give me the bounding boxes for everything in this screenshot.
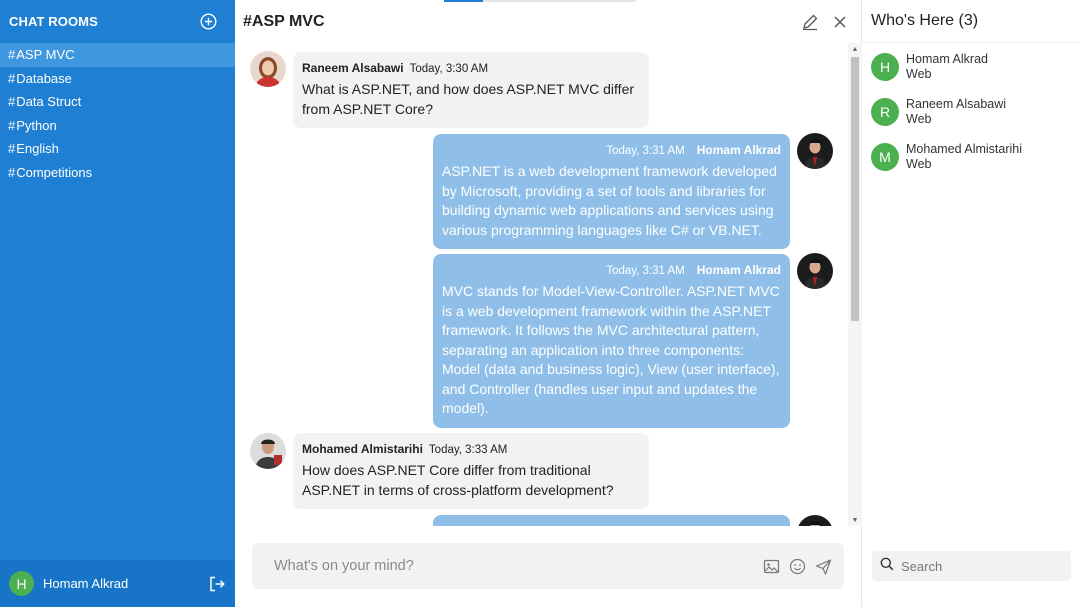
presence-panel: Who's Here (3) H Homam Alkrad Web R Rane…: [862, 0, 1080, 607]
message-time: Today, 3:30 AM: [409, 63, 489, 75]
composer-actions: [763, 558, 832, 575]
message-text: ASP.NET is a web development framework d…: [442, 163, 777, 238]
chat-panel: #ASP MVC Raneem Alsabawi Today, 3:30 AM W…: [235, 0, 862, 607]
add-room-icon[interactable]: [199, 13, 217, 31]
room-label: Database: [16, 70, 72, 86]
sidebar: CHAT ROOMS # ASP MVC # Database # Data Stru…: [0, 0, 235, 607]
room-item-competitions[interactable]: # Competitions: [0, 161, 235, 185]
sidebar-header: CHAT ROOMS: [0, 0, 235, 43]
search-input[interactable]: [901, 558, 1061, 574]
message-bubble-partial: [433, 515, 790, 526]
header-actions: [801, 13, 849, 31]
image-icon[interactable]: [763, 558, 780, 575]
message-text: What is ASP.NET, and how does ASP.NET MV…: [302, 81, 635, 117]
message-time: Today, 3:31 AM: [606, 265, 685, 277]
avatar: [797, 133, 833, 169]
message-list: Raneem Alsabawi Today, 3:30 AM What is AS…: [235, 43, 849, 526]
user-search: [872, 551, 1071, 581]
chat-app: CHAT ROOMS # ASP MVC # Database # Data Stru…: [0, 0, 1080, 607]
scroll-thumb[interactable]: [851, 57, 859, 321]
logout-icon[interactable]: [208, 575, 226, 593]
message-bubble: Today, 3:31 AM Homam Alkrad MVC stands fo…: [433, 254, 790, 428]
room-item-asp-mvc[interactable]: # ASP MVC: [0, 43, 235, 67]
message-time: Today, 3:33 AM: [428, 444, 508, 456]
close-icon[interactable]: [831, 13, 849, 31]
search-icon: [880, 557, 894, 576]
message-bubble: Mohamed Almistarihi Today, 3:33 AM How do…: [293, 433, 649, 509]
presence-title: Who's Here (3): [862, 0, 1080, 43]
room-item-data-struct[interactable]: # Data Struct: [0, 90, 235, 114]
tab-indicator: [444, 0, 636, 2]
avatar: R: [871, 98, 899, 126]
user-name: Homam Alkrad: [906, 52, 988, 66]
message-text: How does ASP.NET Core differ from tradit…: [302, 462, 614, 498]
avatar: [250, 51, 286, 87]
message-time: Today, 3:31 AM: [606, 145, 685, 157]
presence-user-item[interactable]: R Raneem Alsabawi Web: [871, 97, 1006, 127]
avatar: M: [871, 143, 899, 171]
scroll-down-icon[interactable]: ▼: [848, 514, 862, 526]
user-info: Raneem Alsabawi Web: [906, 97, 1006, 127]
avatar: H: [871, 53, 899, 81]
room-item-database[interactable]: # Database: [0, 67, 235, 91]
avatar: [797, 515, 833, 526]
room-item-english[interactable]: # English: [0, 137, 235, 161]
sidebar-title: CHAT ROOMS: [9, 14, 98, 29]
message-author: Mohamed Almistarihi: [302, 442, 423, 456]
room-list: # ASP MVC # Database # Data Struct # Python …: [0, 43, 235, 184]
room-label: ASP MVC: [16, 47, 75, 63]
message-input[interactable]: [252, 543, 752, 589]
user-info: Mohamed Almistarihi Web: [906, 142, 1022, 172]
message-bubble: Raneem Alsabawi Today, 3:30 AM What is AS…: [293, 52, 649, 128]
hash-label: #: [8, 164, 16, 180]
room-label: Competitions: [16, 164, 93, 180]
user-status: Web: [906, 67, 932, 81]
room-label: Python: [16, 117, 57, 133]
hash-label: #: [8, 70, 16, 86]
message-author: Homam Alkrad: [696, 263, 781, 277]
avatar: H: [9, 571, 34, 596]
hash-label: #: [8, 141, 16, 157]
hash-label: #: [8, 47, 16, 63]
message-text: MVC stands for Model-View-Controller. AS…: [442, 283, 780, 416]
message-composer: [252, 543, 844, 589]
scroll-up-icon[interactable]: ▲: [848, 43, 862, 55]
room-item-python[interactable]: # Python: [0, 114, 235, 138]
edit-icon[interactable]: [801, 13, 819, 31]
user-info: Homam Alkrad Web: [906, 52, 988, 82]
user-name: Raneem Alsabawi: [906, 97, 1007, 111]
chat-header: #ASP MVC: [235, 0, 861, 43]
send-icon[interactable]: [815, 558, 832, 575]
avatar: [797, 253, 833, 289]
page-title: #ASP MVC: [243, 12, 325, 30]
current-user-name: Homam Alkrad: [43, 576, 129, 591]
hash-label: #: [8, 117, 16, 133]
user-status: Web: [906, 112, 932, 126]
avatar: [250, 433, 286, 469]
message-scrollbar[interactable]: ▲ ▼: [848, 43, 862, 526]
current-user-bar: H Homam Alkrad: [0, 560, 235, 607]
presence-user-item[interactable]: M Mohamed Almistarihi Web: [871, 142, 1022, 172]
message-author: Raneem Alsabawi: [302, 61, 404, 75]
user-name: Mohamed Almistarihi: [906, 142, 1023, 156]
presence-user-item[interactable]: H Homam Alkrad Web: [871, 52, 988, 82]
emoji-icon[interactable]: [789, 558, 806, 575]
message-bubble: Today, 3:31 AM Homam Alkrad ASP.NET is a …: [433, 134, 790, 249]
message-author: Homam Alkrad: [696, 143, 781, 157]
room-label: Data Struct: [16, 94, 82, 110]
room-label: English: [16, 141, 59, 157]
hash-label: #: [8, 94, 16, 110]
user-status: Web: [906, 157, 932, 171]
